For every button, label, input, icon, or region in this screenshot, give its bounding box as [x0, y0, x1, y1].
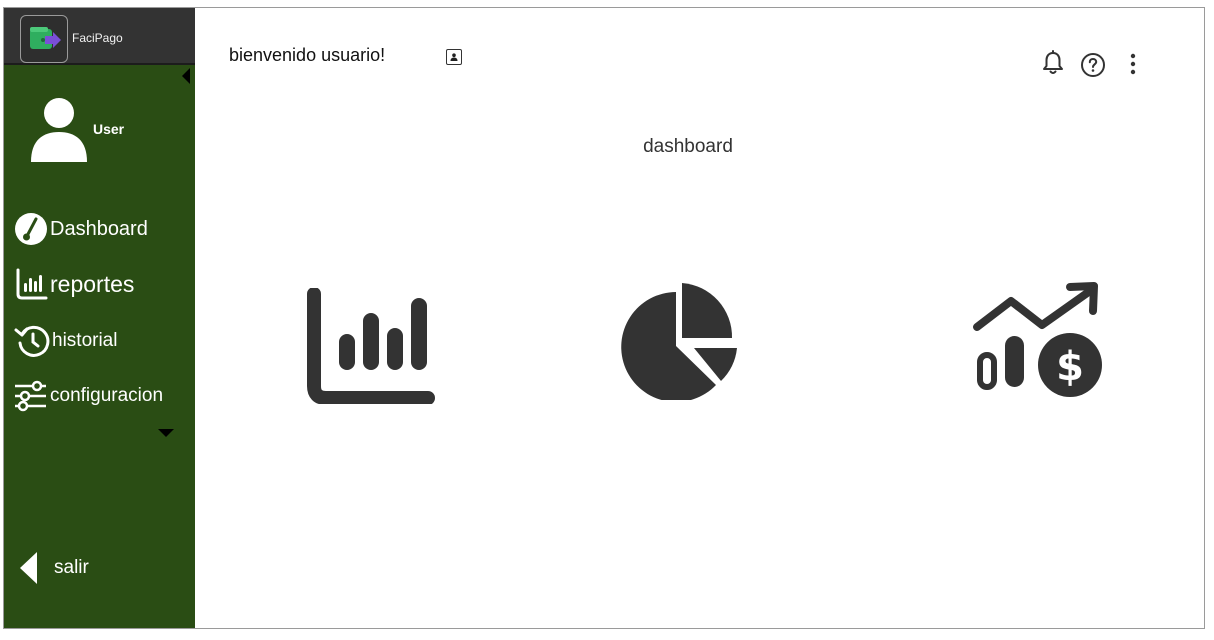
app-name: FaciPago — [72, 31, 123, 45]
welcome-message: bienvenido usuario! — [229, 45, 386, 65]
sidebar-item-label: configuracion — [50, 385, 164, 406]
more-vertical-icon[interactable] — [1120, 51, 1146, 79]
back-arrow-icon — [20, 552, 37, 584]
history-icon — [14, 324, 50, 358]
configuracion-expand-button[interactable] — [158, 429, 174, 437]
pie-chart-icon[interactable] — [614, 282, 740, 405]
logout-label: salir — [54, 557, 89, 578]
user-name: User — [93, 121, 125, 137]
money-growth-icon[interactable]: $ — [972, 281, 1106, 404]
sidebar-item-dashboard[interactable]: Dashboard — [14, 212, 148, 246]
sliders-icon — [14, 380, 48, 412]
svg-text:$: $ — [1056, 344, 1084, 390]
sidebar-item-reportes[interactable]: reportes — [14, 268, 134, 300]
bar-chart-icon[interactable] — [304, 287, 436, 409]
brand-bar: FaciPago — [4, 8, 195, 65]
sidebar-item-label: historial — [52, 330, 118, 351]
sidebar-item-label: Dashboard — [50, 217, 148, 240]
sidebar: FaciPago User — [4, 8, 195, 628]
collapse-sidebar-button[interactable] — [182, 68, 190, 84]
bell-icon[interactable] — [1040, 49, 1066, 77]
logout-button[interactable]: salir — [20, 552, 89, 584]
wallet-logo-icon — [20, 15, 68, 63]
sidebar-item-historial[interactable]: historial — [14, 324, 117, 358]
page-title: dashboard — [643, 136, 733, 157]
bar-chart-icon — [14, 268, 48, 300]
help-icon[interactable] — [1080, 51, 1106, 79]
profile-card-icon[interactable] — [446, 49, 462, 65]
sidebar-item-configuracion[interactable]: configuracion — [14, 380, 163, 412]
gauge-icon — [14, 212, 48, 246]
sidebar-item-label: reportes — [50, 270, 135, 297]
